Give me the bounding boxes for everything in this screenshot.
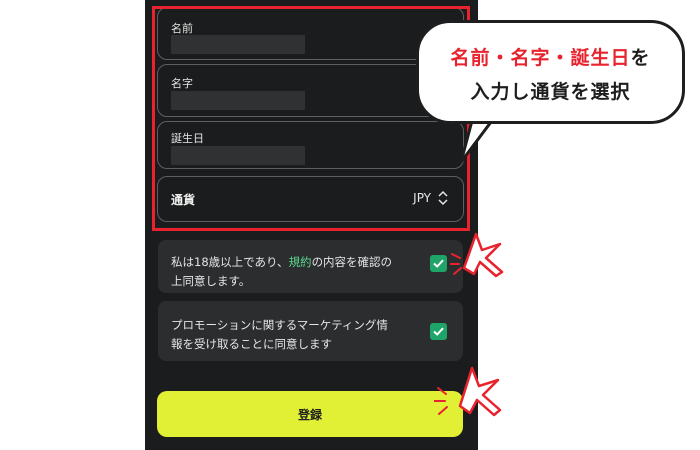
checkmark-icon [433, 259, 444, 268]
checkmark-icon [433, 327, 444, 336]
callout-line2: 入力し通貨を選択 [470, 81, 631, 103]
click-spark-icon [450, 253, 462, 275]
marketing-text-line1: プロモーションに関するマーケティング情 [171, 318, 388, 332]
age-terms-consent: 私は18歳以上であり、規約の内容を確認の 上同意します。 [158, 240, 463, 293]
terms-link[interactable]: 規約 [289, 255, 312, 269]
marketing-checkbox[interactable] [430, 323, 447, 340]
age-terms-text-part3: 上同意します。 [171, 274, 251, 288]
marketing-consent-text: プロモーションに関するマーケティング情 報を受け取ることに同意します [171, 316, 421, 354]
register-button[interactable]: 登録 [157, 391, 463, 437]
age-terms-text-part2: の内容を確認の [311, 255, 393, 269]
callout-line1-red: 名前・名字・誕生日 [450, 47, 631, 69]
callout-line1: 名前・名字・誕生日を [419, 43, 682, 70]
age-terms-text-part1: 私は18歳以上であり、 [171, 255, 289, 269]
age-terms-consent-text: 私は18歳以上であり、規約の内容を確認の 上同意します。 [171, 253, 421, 291]
callout-line1-black: を [630, 47, 651, 69]
click-spark-icon [434, 387, 448, 415]
age-terms-checkbox[interactable] [430, 255, 447, 272]
pointer-cursor-icon [458, 366, 502, 417]
marketing-text-line2: 報を受け取ることに同意します [171, 337, 332, 351]
marketing-consent: プロモーションに関するマーケティング情 報を受け取ることに同意します [158, 301, 463, 361]
instruction-callout: 名前・名字・誕生日を 入力し通貨を選択 [416, 20, 685, 124]
